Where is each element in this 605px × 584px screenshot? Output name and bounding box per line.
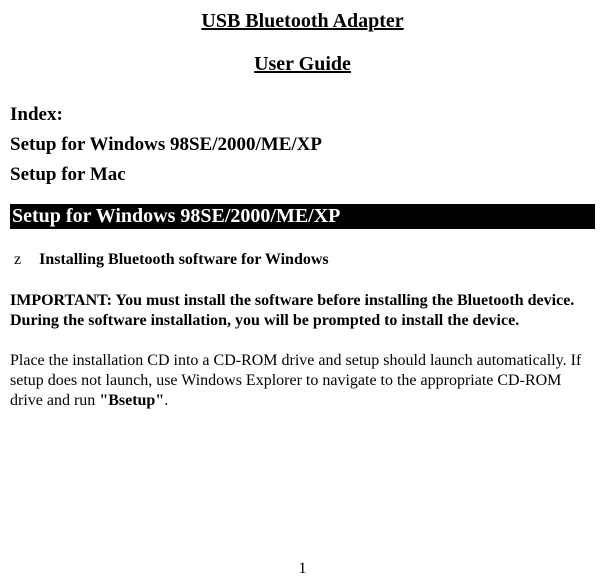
document-subtitle: User Guide — [10, 53, 595, 76]
bsetup-label: "Bsetup" — [99, 392, 164, 409]
page-number: 1 — [0, 560, 605, 578]
section-heading: Setup for Windows 98SE/2000/ME/XP — [10, 204, 595, 229]
index-heading: Index: — [10, 104, 595, 126]
body-paragraph: Place the installation CD into a CD-ROM … — [10, 351, 595, 411]
document-title: USB Bluetooth Adapter — [10, 10, 595, 33]
body-text-part1: Place the installation CD into a CD-ROM … — [10, 352, 581, 409]
body-text-part2: . — [164, 392, 168, 409]
bullet-item: z Installing Bluetooth software for Wind… — [10, 251, 595, 269]
bullet-marker: z — [14, 251, 21, 269]
important-notice: IMPORTANT: You must install the software… — [10, 291, 595, 331]
index-item-windows: Setup for Windows 98SE/2000/ME/XP — [10, 134, 595, 156]
index-item-mac: Setup for Mac — [10, 164, 595, 186]
bullet-text: Installing Bluetooth software for Window… — [39, 251, 329, 269]
